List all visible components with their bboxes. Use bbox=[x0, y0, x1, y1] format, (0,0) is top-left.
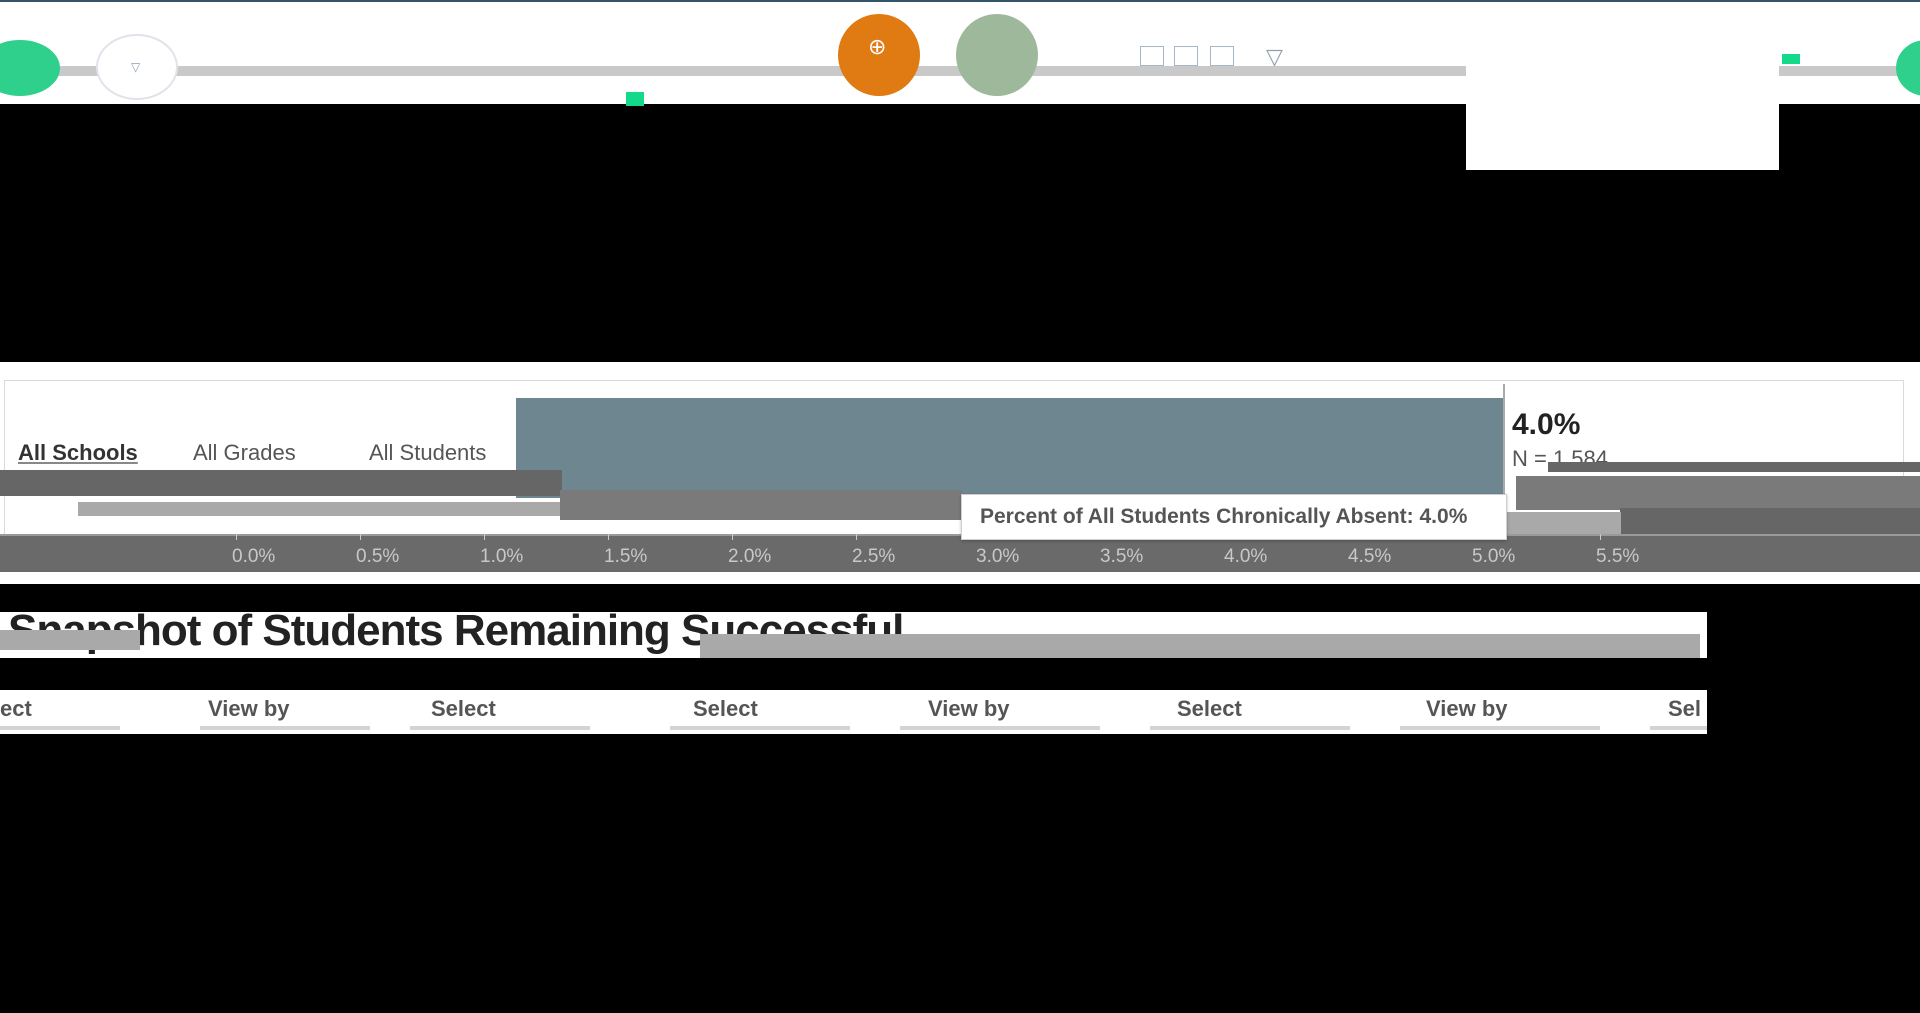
tooltip-text: Percent of All Students Chronically Abse… bbox=[980, 505, 1468, 528]
select-label[interactable]: Select bbox=[1177, 696, 1242, 722]
x-tick bbox=[732, 534, 733, 540]
view-by-label[interactable]: View by bbox=[1426, 696, 1508, 722]
render-artifact bbox=[700, 634, 1700, 658]
render-artifact bbox=[0, 630, 140, 650]
globe-icon[interactable] bbox=[838, 14, 920, 96]
x-tick bbox=[856, 534, 857, 540]
x-axis bbox=[0, 534, 1920, 536]
render-artifact bbox=[78, 502, 560, 516]
table-icon[interactable] bbox=[1140, 46, 1164, 66]
x-tick-label: 0.0% bbox=[232, 546, 276, 567]
sheet-icon[interactable] bbox=[1210, 46, 1234, 66]
dropdown-underline bbox=[1400, 726, 1600, 730]
chronic-absence-bar[interactable] bbox=[516, 398, 1504, 498]
bar-tooltip: Percent of All Students Chronically Abse… bbox=[961, 494, 1507, 540]
x-tick-label: 4.0% bbox=[1224, 546, 1268, 567]
x-tick-label: 3.0% bbox=[976, 546, 1020, 567]
filter-students[interactable]: All Students bbox=[369, 440, 486, 466]
view-by-label[interactable]: View by bbox=[928, 696, 1010, 722]
dropdown-underline bbox=[410, 726, 590, 730]
x-tick-label: 5.5% bbox=[1596, 546, 1640, 567]
grid-icon[interactable] bbox=[1174, 46, 1198, 66]
x-tick-label: 5.0% bbox=[1472, 546, 1516, 567]
bar-value-label: 4.0% bbox=[1512, 408, 1581, 441]
x-tick bbox=[360, 534, 361, 540]
legend-swatch-moderate bbox=[626, 92, 644, 106]
dropdown-underline bbox=[1150, 726, 1350, 730]
select-label[interactable]: Select bbox=[693, 696, 758, 722]
user-icon[interactable] bbox=[956, 14, 1038, 96]
legend-panel bbox=[1466, 50, 1779, 170]
select-label[interactable]: ect bbox=[0, 696, 32, 722]
dropdown-underline bbox=[0, 726, 120, 730]
x-tick-label: 4.5% bbox=[1348, 546, 1392, 567]
x-tick-label: 1.0% bbox=[480, 546, 524, 567]
x-tick-label: 1.5% bbox=[604, 546, 648, 567]
legend-swatch-at-risk bbox=[1782, 54, 1800, 64]
render-artifact bbox=[1505, 512, 1621, 534]
dropdown-underline bbox=[900, 726, 1100, 730]
funnel-icon[interactable]: ▽ bbox=[1266, 44, 1283, 70]
district-logo bbox=[96, 34, 178, 100]
view-by-label[interactable]: View by bbox=[208, 696, 290, 722]
render-artifact bbox=[560, 490, 962, 520]
x-tick-label: 2.5% bbox=[852, 546, 896, 567]
filter-schools[interactable]: All Schools bbox=[18, 440, 138, 466]
render-artifact bbox=[1620, 508, 1920, 534]
render-artifact bbox=[1516, 476, 1920, 510]
x-tick bbox=[236, 534, 237, 540]
x-tick-label: 2.0% bbox=[728, 546, 772, 567]
x-tick bbox=[608, 534, 609, 540]
select-label[interactable]: Sel bbox=[1668, 696, 1701, 722]
top-rule bbox=[0, 0, 1920, 2]
unrendered-area bbox=[0, 734, 1707, 1013]
dropdown-underline bbox=[200, 726, 370, 730]
render-artifact bbox=[0, 470, 562, 496]
dropdown-underline bbox=[1650, 726, 1707, 730]
x-tick-label: 3.5% bbox=[1100, 546, 1144, 567]
x-tick bbox=[484, 534, 485, 540]
x-tick bbox=[1600, 534, 1601, 540]
select-label[interactable]: Select bbox=[431, 696, 496, 722]
filter-grades[interactable]: All Grades bbox=[193, 440, 296, 466]
x-tick-label: 0.5% bbox=[356, 546, 400, 567]
render-artifact bbox=[1548, 462, 1920, 472]
dropdown-underline bbox=[670, 726, 850, 730]
